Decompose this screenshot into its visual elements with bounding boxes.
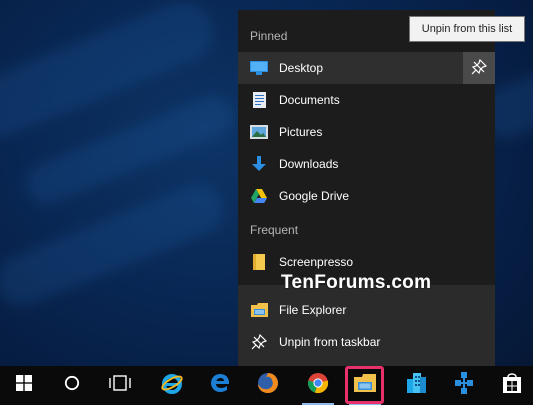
- google-drive-icon: [250, 187, 268, 205]
- edge-icon: [209, 372, 231, 399]
- store-icon: [502, 372, 522, 399]
- jump-item-label: Documents: [279, 93, 340, 107]
- task-label: Unpin from taskbar: [279, 335, 381, 349]
- file-explorer-icon: [250, 301, 268, 319]
- firefox-icon: [256, 371, 280, 400]
- cortana-button[interactable]: [52, 366, 92, 405]
- file-explorer-highlight-box: [345, 366, 384, 404]
- pictures-icon: [250, 123, 268, 141]
- task-view-button[interactable]: [100, 366, 140, 405]
- jump-item-label: Desktop: [279, 61, 324, 75]
- cortana-icon: [64, 375, 80, 396]
- taskbar-firefox[interactable]: [248, 366, 288, 405]
- task-view-icon: [109, 375, 131, 396]
- unpin-icon: [471, 58, 488, 78]
- taskbar-store[interactable]: [492, 366, 532, 405]
- documents-icon: [250, 91, 268, 109]
- jump-item-documents[interactable]: Documents: [238, 84, 495, 116]
- chrome-icon: [306, 371, 330, 400]
- taskbar-network[interactable]: [444, 366, 484, 405]
- jump-item-google-drive[interactable]: Google Drive: [238, 180, 495, 212]
- jump-item-desktop[interactable]: Desktop: [238, 52, 495, 84]
- windows-start-icon: [16, 375, 32, 396]
- watermark: TenForums.com: [281, 272, 432, 293]
- jump-item-label: Screenpresso: [279, 255, 354, 269]
- taskbar-edge[interactable]: [200, 366, 240, 405]
- office-icon: [405, 371, 427, 400]
- taskbar-internet-explorer[interactable]: [152, 366, 192, 405]
- network-icon: [452, 371, 476, 400]
- internet-explorer-icon: [160, 371, 184, 400]
- task-label: File Explorer: [279, 303, 347, 317]
- unpin-icon: [250, 333, 268, 351]
- folder-icon: [250, 253, 268, 271]
- jump-list-tasks: File Explorer Unpin from taskbar: [238, 285, 495, 366]
- jump-item-pictures[interactable]: Pictures: [238, 116, 495, 148]
- task-file-explorer[interactable]: File Explorer: [238, 294, 495, 326]
- start-button[interactable]: [4, 366, 44, 405]
- task-unpin-from-taskbar[interactable]: Unpin from taskbar: [238, 326, 495, 358]
- frequent-header: Frequent: [250, 223, 299, 237]
- jump-item-downloads[interactable]: Downloads: [238, 148, 495, 180]
- desktop-icon: [250, 59, 268, 77]
- downloads-icon: [250, 155, 268, 173]
- jump-item-label: Google Drive: [279, 189, 350, 203]
- taskbar: [0, 366, 533, 405]
- taskbar-office[interactable]: [396, 366, 436, 405]
- taskbar-chrome[interactable]: [298, 366, 338, 405]
- jump-list: Pinned Desktop Documents Pictures Downlo…: [238, 10, 495, 366]
- jump-item-label: Downloads: [279, 157, 339, 171]
- tooltip: Unpin from this list: [409, 16, 525, 42]
- pinned-header: Pinned: [250, 29, 288, 43]
- jump-item-label: Pictures: [279, 125, 323, 139]
- unpin-from-list-button[interactable]: [463, 52, 495, 84]
